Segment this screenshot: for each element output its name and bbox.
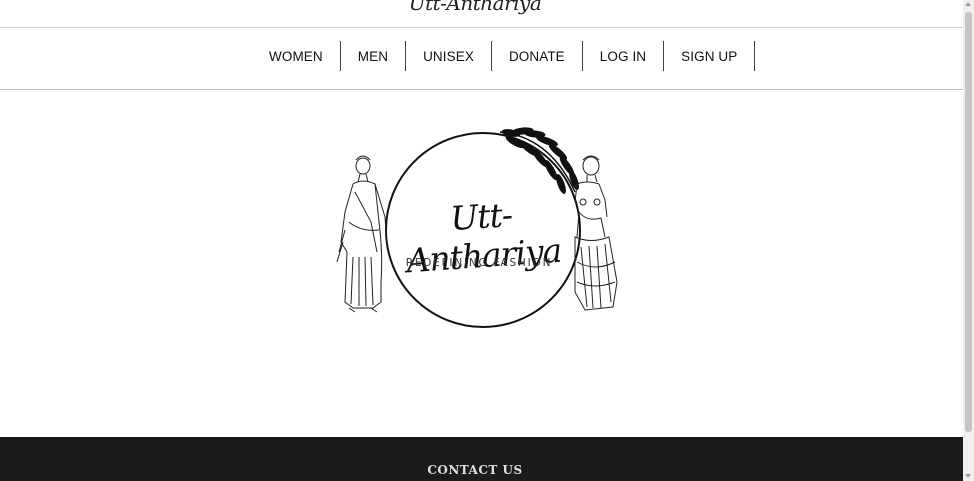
footer-contact-heading: CONTACT US [427,463,523,477]
page: Utt-Anthariya WOMEN MEN UNISEX DONATE LO… [0,0,974,481]
nav-item-sign-up[interactable]: SIGN UP [664,41,756,71]
logo-tagline: REDEFINING FASHION [405,257,553,269]
brand-header: Utt-Anthariya [0,0,963,28]
nav-item-women[interactable]: WOMEN [259,41,341,71]
woman-statue-icon [336,155,388,313]
scroll-up-arrow-icon[interactable] [965,2,971,6]
nav-item-donate[interactable]: DONATE [492,41,583,71]
scrollbar-thumb[interactable] [965,12,972,432]
main-navigation: WOMEN MEN UNISEX DONATE LOG IN SIGN UP [0,28,963,90]
brand-logo-text[interactable]: Utt-Anthariya [0,0,950,15]
nav-item-log-in[interactable]: LOG IN [583,41,665,71]
nav-list: WOMEN MEN UNISEX DONATE LOG IN SIGN UP [259,41,756,71]
footer: CONTACT US [0,437,963,481]
nav-item-unisex[interactable]: UNISEX [406,41,492,71]
nav-item-men[interactable]: MEN [341,41,407,71]
scroll-down-arrow-icon[interactable] [965,474,971,478]
vertical-scrollbar[interactable] [963,0,974,481]
hero-section: Utt-Anthariya REDEFINING FASHION [0,90,963,437]
venus-statue-icon [574,155,618,311]
content-area: Utt-Anthariya WOMEN MEN UNISEX DONATE LO… [0,0,963,481]
